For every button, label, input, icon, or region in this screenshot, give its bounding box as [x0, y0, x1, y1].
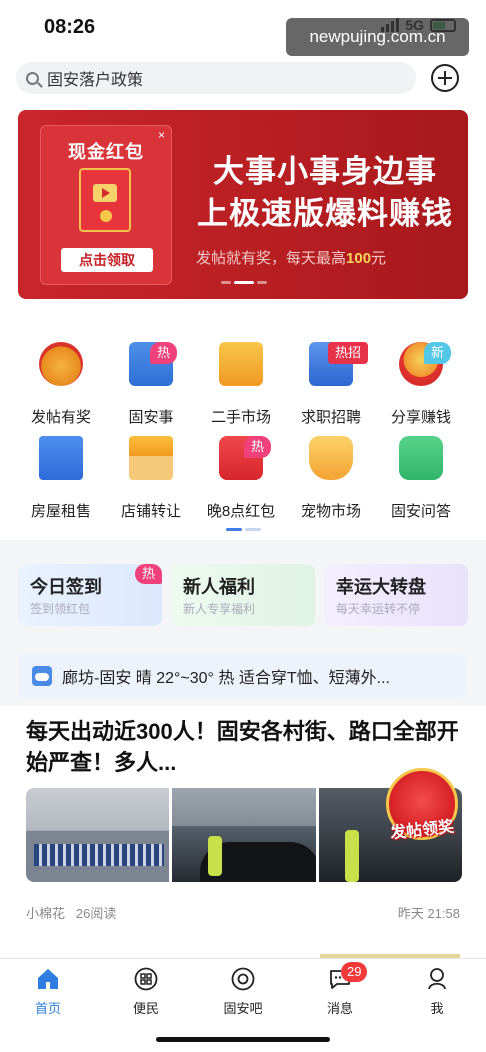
promo-subtitle: 签到领红包 — [30, 602, 91, 616]
article-image — [172, 788, 316, 882]
home-icon — [38, 969, 58, 989]
hot-badge: 热 — [150, 342, 178, 364]
hot-badge: 热 — [244, 436, 272, 458]
claim-button[interactable]: 点击领取 — [61, 248, 153, 272]
service-label: 宠物市场 — [300, 503, 361, 520]
tab-profile[interactable]: 我 — [402, 967, 472, 1023]
next-item-preview — [0, 940, 486, 958]
status-time: 08:26 — [44, 16, 96, 38]
promo-subtitle: 每天幸运转不停 — [336, 602, 421, 616]
profile-icon — [428, 968, 446, 990]
service-item-post-reward[interactable]: 发帖有奖 — [16, 328, 106, 426]
promo-title: 今日签到 — [30, 577, 102, 597]
banner-sub-prefix: 发帖就有奖，每天最高 — [196, 250, 347, 267]
search-icon — [26, 71, 39, 85]
service-item-jobs[interactable]: 热招 求职招聘 — [286, 328, 376, 426]
service-item-shop-transfer[interactable]: 店铺转让 — [106, 422, 196, 520]
service-label: 店铺转让 — [120, 503, 181, 520]
forum-icon — [231, 967, 255, 991]
message-count-badge: 29 — [341, 962, 368, 982]
service-item-share-earn[interactable]: 新 分享赚钱 — [376, 328, 466, 426]
service-label: 房屋租售 — [30, 503, 91, 520]
author-name: 小棉花 — [26, 906, 66, 921]
close-icon[interactable]: × — [158, 128, 165, 142]
tab-forum[interactable]: 固安吧 — [208, 967, 278, 1023]
grid-page-indicator — [226, 528, 261, 531]
chat-bubble-icon — [399, 436, 443, 480]
hot-hiring-badge: 热招 — [328, 342, 369, 364]
promo-title: 幸运大转盘 — [336, 577, 426, 597]
add-button[interactable] — [431, 64, 459, 92]
tab-label: 便民 — [132, 1001, 159, 1016]
tab-label: 我 — [430, 1001, 444, 1016]
search-text: 固安落户政策 — [47, 72, 144, 89]
tab-label: 固安吧 — [223, 1001, 263, 1016]
service-item-guan-news[interactable]: 热 固安事 — [106, 328, 196, 426]
building-icon — [39, 436, 83, 480]
watermark: newpujing.com.cn — [286, 18, 469, 56]
promo-subtitle: 新人专享福利 — [183, 602, 256, 616]
hot-badge: 热 — [134, 564, 162, 584]
grid-services-icon — [134, 967, 158, 991]
banner-card-title: 现金红包 — [68, 142, 144, 162]
top-area: 固安落户政策 现金红包 × 点击领取 大事小事身边事 上极速版爆料赚钱 发帖就有… — [0, 56, 486, 320]
promo-banner[interactable]: 现金红包 × 点击领取 大事小事身边事 上极速版爆料赚钱 发帖就有奖，每天最高1… — [18, 110, 468, 299]
article-time: 昨天 21:58 — [397, 906, 460, 921]
promo-card-newcomer[interactable]: 新人福利 新人专享福利 — [171, 564, 315, 626]
promo-title: 新人福利 — [183, 577, 255, 597]
article-author: 小棉花 26阅读 — [26, 903, 116, 922]
service-item-pet-market[interactable]: 宠物市场 — [286, 422, 376, 520]
tab-home[interactable]: 首页 — [13, 967, 83, 1023]
service-item-qa[interactable]: 固安问答 — [376, 422, 466, 520]
service-item-housing[interactable]: 房屋租售 — [16, 422, 106, 520]
cloud-icon — [32, 666, 52, 686]
banner-sub-suffix: 元 — [371, 250, 387, 267]
weather-strip[interactable]: 廊坊-固安 晴 22°~30° 热 适合穿T恤、短薄外... — [18, 654, 466, 698]
article-image — [26, 788, 170, 882]
banner-headline-1: 大事小事身边事 — [213, 154, 437, 189]
search-bar[interactable]: 固安落户政策 — [16, 62, 416, 94]
read-count: 26阅读 — [75, 906, 117, 921]
banner-headline-2: 上极速版爆料赚钱 — [197, 196, 453, 231]
new-badge: 新 — [424, 342, 452, 364]
play-icon — [93, 184, 117, 202]
money-bag-icon — [39, 342, 83, 386]
service-label: 晚8点红包 — [206, 503, 276, 520]
service-item-evening-red-packet[interactable]: 热 晚8点红包 — [196, 422, 286, 520]
banner-sub-amount: 100 — [346, 250, 372, 267]
weather-text: 廊坊-固安 晴 22°~30° 热 适合穿T恤、短薄外... — [62, 670, 390, 687]
post-reward-float-button[interactable]: 发帖领奖 — [380, 768, 464, 852]
service-label: 固安问答 — [390, 503, 451, 520]
cash-red-packet-card[interactable]: 现金红包 × 点击领取 — [40, 125, 172, 285]
box-icon — [219, 342, 263, 386]
promo-card-lucky-wheel[interactable]: 幸运大转盘 每天幸运转不停 — [324, 564, 468, 626]
red-packet-icon — [79, 168, 131, 232]
coin-icon — [100, 210, 112, 222]
banner-pagination — [221, 281, 267, 284]
service-grid: 发帖有奖 热 固安事 二手市场 热招 求职招聘 新 分享赚钱 房屋租售 店铺转让… — [0, 320, 486, 540]
promo-card-checkin[interactable]: 今日签到 签到领红包 热 — [18, 564, 162, 626]
tab-label: 消息 — [326, 1001, 353, 1016]
store-icon — [129, 436, 173, 480]
banner-subtitle: 发帖就有奖，每天最高100元 — [196, 247, 386, 268]
tab-services[interactable]: 便民 — [111, 967, 181, 1023]
pet-basket-icon — [309, 436, 353, 480]
service-item-second-hand[interactable]: 二手市场 — [196, 328, 286, 426]
home-indicator — [156, 1037, 330, 1042]
tab-label: 首页 — [34, 1001, 61, 1016]
